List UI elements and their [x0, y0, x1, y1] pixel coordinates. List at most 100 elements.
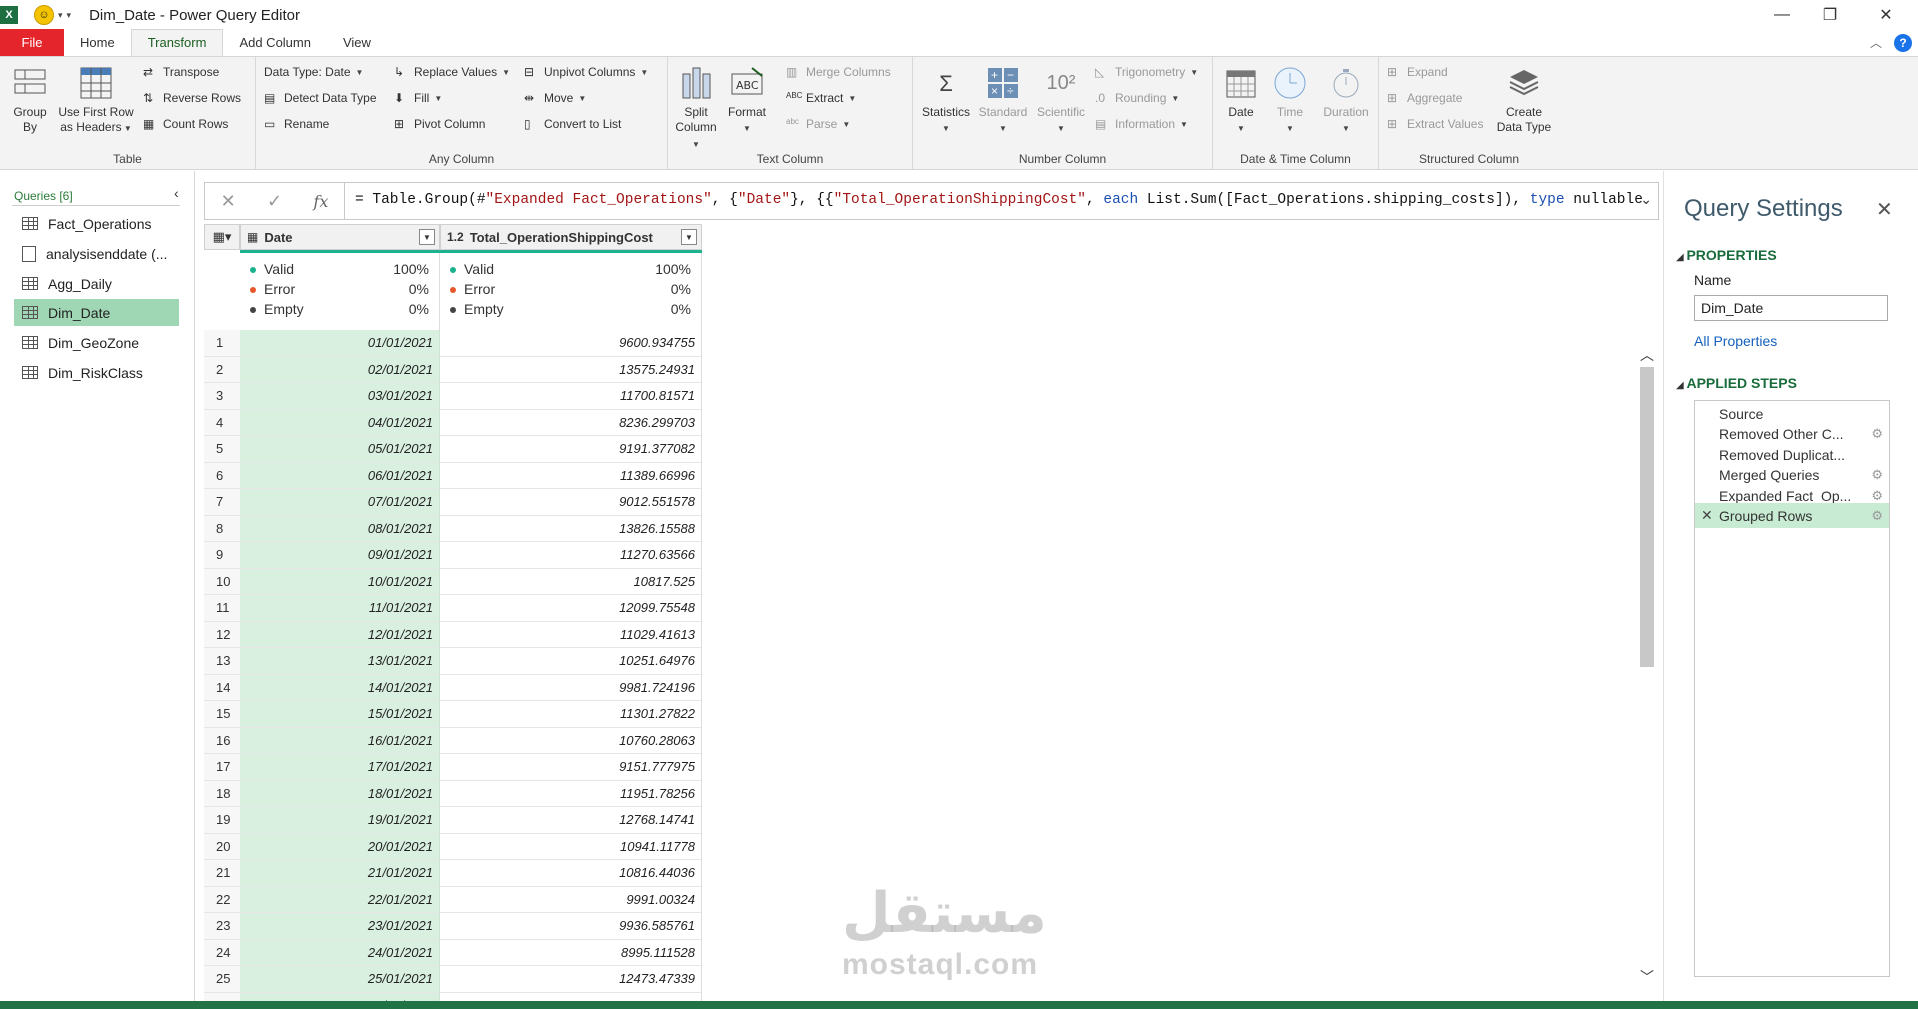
- collapse-ribbon-icon[interactable]: ︿: [1870, 34, 1882, 51]
- quick-access-customize-icon[interactable]: ▾: [67, 10, 72, 21]
- table-cell-date[interactable]: 08/01/2021: [240, 515, 440, 542]
- column-header-date[interactable]: ▦ Date ▼: [240, 224, 440, 250]
- row-number[interactable]: 21: [204, 860, 240, 887]
- group-by-button[interactable]: Group By: [8, 65, 52, 135]
- gear-icon[interactable]: ⚙: [1871, 467, 1883, 483]
- all-properties-link[interactable]: All Properties: [1694, 333, 1777, 349]
- replace-values-button[interactable]: ↳ Replace Values ▼: [394, 65, 510, 79]
- table-cell-cost[interactable]: 11029.41613: [440, 621, 702, 648]
- table-cell-cost[interactable]: 8995.111528: [440, 939, 702, 966]
- applied-steps-header[interactable]: ◢ APPLIED STEPS: [1676, 375, 1797, 391]
- table-cell-date[interactable]: 09/01/2021: [240, 542, 440, 569]
- table-cell-date[interactable]: 16/01/2021: [240, 727, 440, 754]
- fill-button[interactable]: ⬇ Fill ▼: [394, 91, 442, 105]
- row-number[interactable]: 18: [204, 780, 240, 807]
- decimal-type-icon[interactable]: 1.2: [447, 230, 464, 244]
- table-cell-cost[interactable]: 13575.24931: [440, 356, 702, 383]
- row-number[interactable]: 14: [204, 674, 240, 701]
- row-number[interactable]: 25: [204, 966, 240, 993]
- table-cell-cost[interactable]: 11301.27822: [440, 701, 702, 728]
- step-grouped-rows[interactable]: ✕ Grouped Rows ⚙: [1695, 503, 1889, 528]
- tab-view[interactable]: View: [327, 29, 387, 56]
- cancel-formula-icon[interactable]: ✕: [221, 191, 236, 212]
- row-number[interactable]: 7: [204, 489, 240, 516]
- rename-button[interactable]: ▭ Rename: [264, 117, 329, 131]
- rounding-button[interactable]: .0 Rounding ▼: [1095, 91, 1179, 105]
- table-cell-date[interactable]: 07/01/2021: [240, 489, 440, 516]
- table-cell-date[interactable]: 18/01/2021: [240, 780, 440, 807]
- time-button[interactable]: Time ▼: [1267, 65, 1313, 136]
- row-number[interactable]: 22: [204, 886, 240, 913]
- table-cell-date[interactable]: 13/01/2021: [240, 648, 440, 675]
- scroll-up-icon[interactable]: ︿: [1638, 345, 1656, 365]
- split-column-button[interactable]: Split Column ▼: [672, 65, 720, 152]
- table-cell-cost[interactable]: 9151.777975: [440, 754, 702, 781]
- table-cell-cost[interactable]: 12768.14741: [440, 807, 702, 834]
- table-cell-cost[interactable]: 13215.49337: [440, 992, 702, 1001]
- close-window-button[interactable]: ✕: [1856, 0, 1916, 30]
- row-number[interactable]: 4: [204, 409, 240, 436]
- merge-columns-button[interactable]: ▥ Merge Columns: [786, 65, 891, 79]
- duration-button[interactable]: Duration ▼: [1317, 65, 1375, 136]
- row-number[interactable]: 16: [204, 727, 240, 754]
- table-cell-date[interactable]: 10/01/2021: [240, 568, 440, 595]
- query-item-fact-operations[interactable]: Fact_Operations: [14, 210, 179, 237]
- table-cell-cost[interactable]: 9600.934755: [440, 330, 702, 357]
- row-number[interactable]: 12: [204, 621, 240, 648]
- gear-icon[interactable]: ⚙: [1871, 508, 1883, 524]
- query-item-agg-daily[interactable]: Agg_Daily: [14, 270, 179, 297]
- table-cell-date[interactable]: 17/01/2021: [240, 754, 440, 781]
- query-item-analysisenddate[interactable]: analysisenddate (...: [14, 240, 179, 267]
- table-cell-date[interactable]: 21/01/2021: [240, 860, 440, 887]
- query-name-input[interactable]: [1694, 295, 1888, 321]
- row-number[interactable]: 23: [204, 913, 240, 940]
- table-cell-date[interactable]: 23/01/2021: [240, 913, 440, 940]
- table-cell-cost[interactable]: 10251.64976: [440, 648, 702, 675]
- restore-button[interactable]: ❐: [1800, 0, 1860, 30]
- trigonometry-button[interactable]: ◺ Trigonometry ▼: [1095, 65, 1198, 79]
- properties-header[interactable]: ◢ PROPERTIES: [1676, 247, 1777, 263]
- row-number[interactable]: 19: [204, 807, 240, 834]
- statistics-button[interactable]: Σ Statistics ▼: [919, 65, 973, 136]
- table-cell-date[interactable]: 26/01/2021: [240, 992, 440, 1001]
- table-cell-cost[interactable]: 12099.75548: [440, 595, 702, 622]
- table-cell-cost[interactable]: 12473.47339: [440, 966, 702, 993]
- table-cell-date[interactable]: 20/01/2021: [240, 833, 440, 860]
- row-number[interactable]: 10: [204, 568, 240, 595]
- table-cell-cost[interactable]: 11951.78256: [440, 780, 702, 807]
- table-cell-date[interactable]: 05/01/2021: [240, 436, 440, 463]
- expand-formula-icon[interactable]: ⌄: [1640, 191, 1652, 208]
- help-icon[interactable]: ?: [1894, 34, 1912, 52]
- unpivot-columns-button[interactable]: ⊟ Unpivot Columns ▼: [524, 65, 648, 79]
- row-number[interactable]: 20: [204, 833, 240, 860]
- table-cell-cost[interactable]: 9191.377082: [440, 436, 702, 463]
- row-number[interactable]: 26: [204, 992, 240, 1001]
- table-cell-cost[interactable]: 9981.724196: [440, 674, 702, 701]
- table-cell-date[interactable]: 02/01/2021: [240, 356, 440, 383]
- commit-formula-icon[interactable]: ✓: [267, 191, 282, 212]
- table-cell-cost[interactable]: 11700.81571: [440, 383, 702, 410]
- table-cell-date[interactable]: 11/01/2021: [240, 595, 440, 622]
- parse-button[interactable]: abc Parse ▼: [786, 117, 850, 131]
- table-cell-date[interactable]: 22/01/2021: [240, 886, 440, 913]
- collapse-queries-icon[interactable]: ‹: [174, 185, 179, 201]
- standard-button[interactable]: + − × ÷ Standard ▼: [975, 65, 1031, 136]
- table-cell-date[interactable]: 06/01/2021: [240, 462, 440, 489]
- tab-home[interactable]: Home: [64, 29, 131, 56]
- table-cell-cost[interactable]: 10817.525: [440, 568, 702, 595]
- extract-values-button[interactable]: ⊞ Extract Values: [1387, 117, 1483, 131]
- feedback-smiley-icon[interactable]: ☺: [34, 5, 54, 25]
- row-number[interactable]: 8: [204, 515, 240, 542]
- formula-text[interactable]: = Table.Group(#"Expanded Fact_Operations…: [355, 192, 1643, 208]
- row-number[interactable]: 3: [204, 383, 240, 410]
- use-first-row-headers-button[interactable]: Use First Row as Headers ▼: [56, 65, 136, 136]
- query-item-dim-date[interactable]: Dim_Date: [14, 299, 179, 326]
- extract-button[interactable]: ABC Extract ▼: [786, 91, 856, 105]
- tab-transform[interactable]: Transform: [130, 29, 224, 56]
- format-button[interactable]: ABC Format ▼: [724, 65, 770, 136]
- delete-step-icon[interactable]: ✕: [1701, 507, 1713, 524]
- row-number[interactable]: 6: [204, 462, 240, 489]
- table-menu-button[interactable]: ▦▾: [204, 224, 240, 250]
- function-fx-icon[interactable]: fx: [313, 192, 328, 211]
- table-cell-cost[interactable]: 9991.00324: [440, 886, 702, 913]
